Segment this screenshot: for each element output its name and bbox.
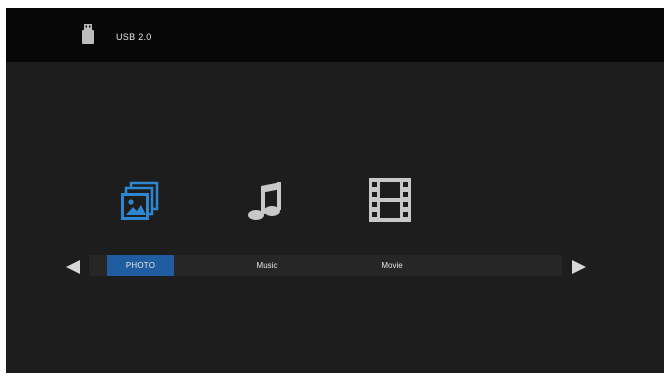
menu-item-photo[interactable]: PHOTO	[107, 255, 174, 276]
category-menu: PHOTO Music Movie	[89, 255, 562, 276]
music-note-icon[interactable]	[245, 180, 283, 220]
arrow-right-icon[interactable]	[572, 260, 586, 274]
arrow-left-icon[interactable]	[66, 260, 80, 274]
device-label: USB 2.0	[116, 32, 152, 42]
photo-icon[interactable]	[121, 181, 159, 221]
media-player-screen: USB 2.0 PHOTO Music Movie	[6, 8, 664, 373]
menu-item-music[interactable]: Music	[237, 255, 297, 276]
film-strip-icon[interactable]	[369, 178, 411, 222]
usb-drive-icon	[82, 24, 94, 44]
header-bar: USB 2.0	[6, 8, 664, 62]
menu-item-movie[interactable]: Movie	[362, 255, 422, 276]
